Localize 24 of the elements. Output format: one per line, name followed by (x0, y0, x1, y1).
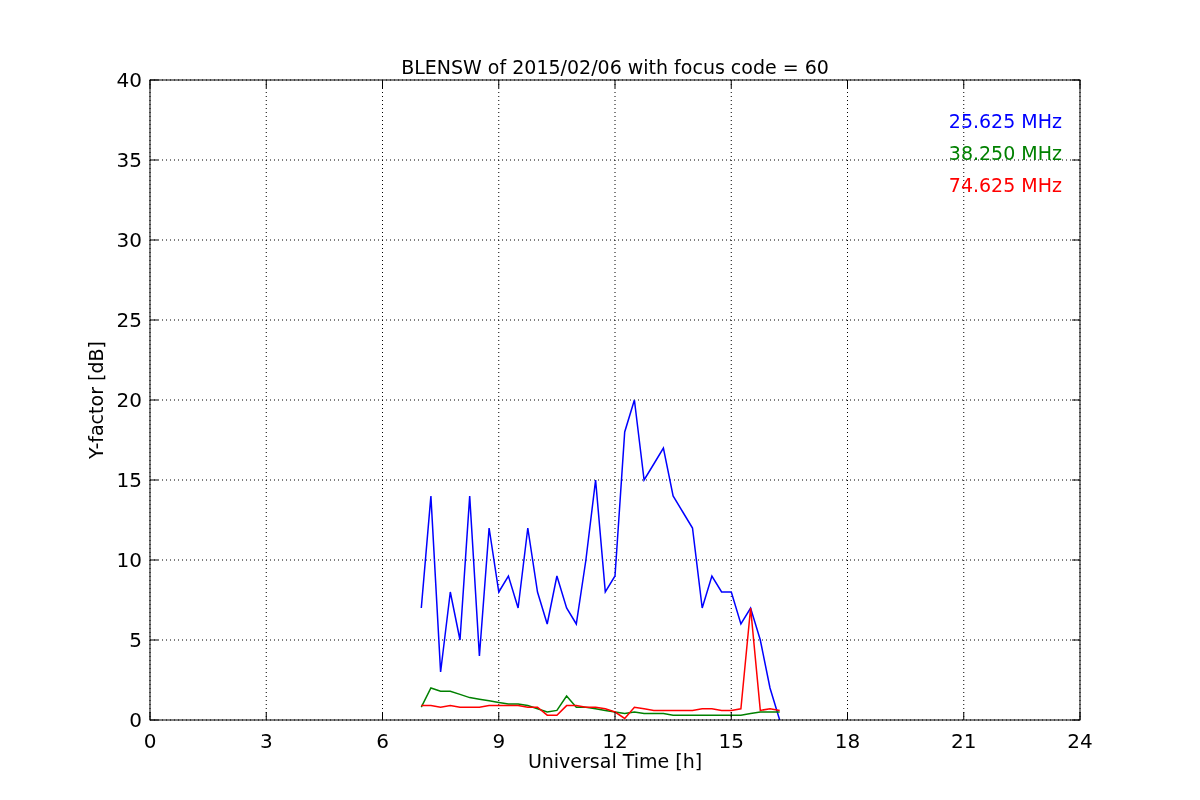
x-tick-label: 6 (376, 729, 389, 753)
y-tick-label: 0 (129, 708, 142, 732)
legend-label: 38.250 MHz (948, 142, 1062, 164)
x-tick-label: 21 (951, 729, 977, 753)
y-tick-label: 5 (129, 628, 142, 652)
x-axis-label: Universal Time [h] (527, 750, 703, 772)
y-tick-label: 25 (116, 308, 142, 332)
y-tick-label: 40 (116, 68, 142, 92)
y-tick-label: 35 (116, 148, 142, 172)
x-tick-label: 3 (259, 729, 273, 753)
y-tick-label: 10 (116, 548, 142, 572)
x-tick-label: 0 (143, 729, 157, 753)
x-tick-label: 12 (602, 729, 628, 753)
y-tick-label: 15 (116, 468, 142, 492)
x-tick-label: 24 (1067, 729, 1093, 753)
x-tick-label: 9 (492, 729, 506, 753)
y-tick-label: 30 (116, 228, 142, 252)
chart-title: BLENSW of 2015/02/06 with focus code = 60 (401, 56, 829, 78)
x-tick-label: 15 (718, 729, 744, 753)
legend-label: 74.625 MHz (948, 174, 1062, 196)
x-tick-label: 18 (834, 729, 861, 753)
y-axis-label: Y-factor [dB] (85, 341, 107, 459)
y-tick-label: 20 (116, 388, 142, 412)
legend-label: 25.625 MHz (948, 110, 1062, 132)
